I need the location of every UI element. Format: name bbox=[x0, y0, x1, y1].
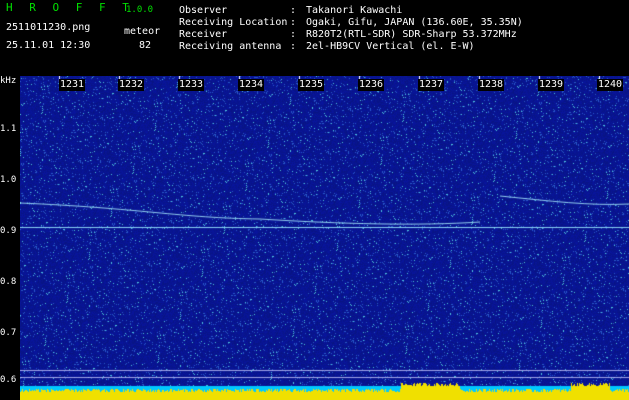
app-version: 1.0.0 bbox=[126, 5, 154, 15]
y-tick-label: 0.6 bbox=[0, 375, 17, 385]
x-tick-label: 1236 bbox=[358, 79, 385, 91]
x-tick-label: 1232 bbox=[118, 79, 145, 91]
x-tick-label: 1238 bbox=[478, 79, 505, 91]
location-sep: : bbox=[290, 17, 297, 28]
x-tick-label: 1231 bbox=[59, 79, 86, 91]
y-tick-label: 0.8 bbox=[0, 277, 17, 287]
axis-unit-label: kHz bbox=[0, 76, 17, 86]
x-tick-label: 1239 bbox=[538, 79, 565, 91]
file-datetime: 25.11.01 12:30 bbox=[6, 40, 91, 51]
observer-sep: : bbox=[290, 5, 297, 16]
x-tick-label: 1237 bbox=[418, 79, 445, 91]
x-tick-label: 1234 bbox=[238, 79, 265, 91]
app-title: H R O F F T bbox=[6, 1, 134, 14]
receiver-value: R820T2(RTL-SDR) SDR-Sharp 53.372MHz bbox=[306, 29, 517, 40]
x-tick-label: 1233 bbox=[178, 79, 205, 91]
location-key: Receiving Location bbox=[179, 17, 288, 28]
y-tick-label: 0.9 bbox=[0, 226, 17, 236]
antenna-value: 2el-HB9CV Vertical (el. E-W) bbox=[306, 41, 475, 52]
spectrogram bbox=[20, 76, 629, 400]
observer-key: Observer bbox=[179, 5, 228, 16]
header: H R O F F T 1.0.0 2511011230.png 25.11.0… bbox=[0, 0, 629, 76]
location-value: Ogaki, Gifu, JAPAN (136.60E, 35.35N) bbox=[306, 17, 523, 28]
antenna-key: Receiving antenna bbox=[179, 41, 282, 52]
file-name: 2511011230.png bbox=[6, 22, 91, 33]
y-tick-label: 1.0 bbox=[0, 175, 17, 185]
x-tick-label: 1240 bbox=[597, 79, 624, 91]
observer-value: Takanori Kawachi bbox=[306, 5, 403, 16]
x-tick-label: 1235 bbox=[298, 79, 325, 91]
y-tick-label: 1.1 bbox=[0, 124, 17, 134]
spectrogram-canvas bbox=[20, 76, 629, 400]
y-tick-label: 0.7 bbox=[0, 328, 17, 338]
antenna-sep: : bbox=[290, 41, 297, 52]
receiver-key: Receiver bbox=[179, 29, 228, 40]
receiver-sep: : bbox=[290, 29, 297, 40]
meteor-count: 82 bbox=[139, 40, 152, 51]
meteor-label: meteor bbox=[124, 26, 161, 37]
